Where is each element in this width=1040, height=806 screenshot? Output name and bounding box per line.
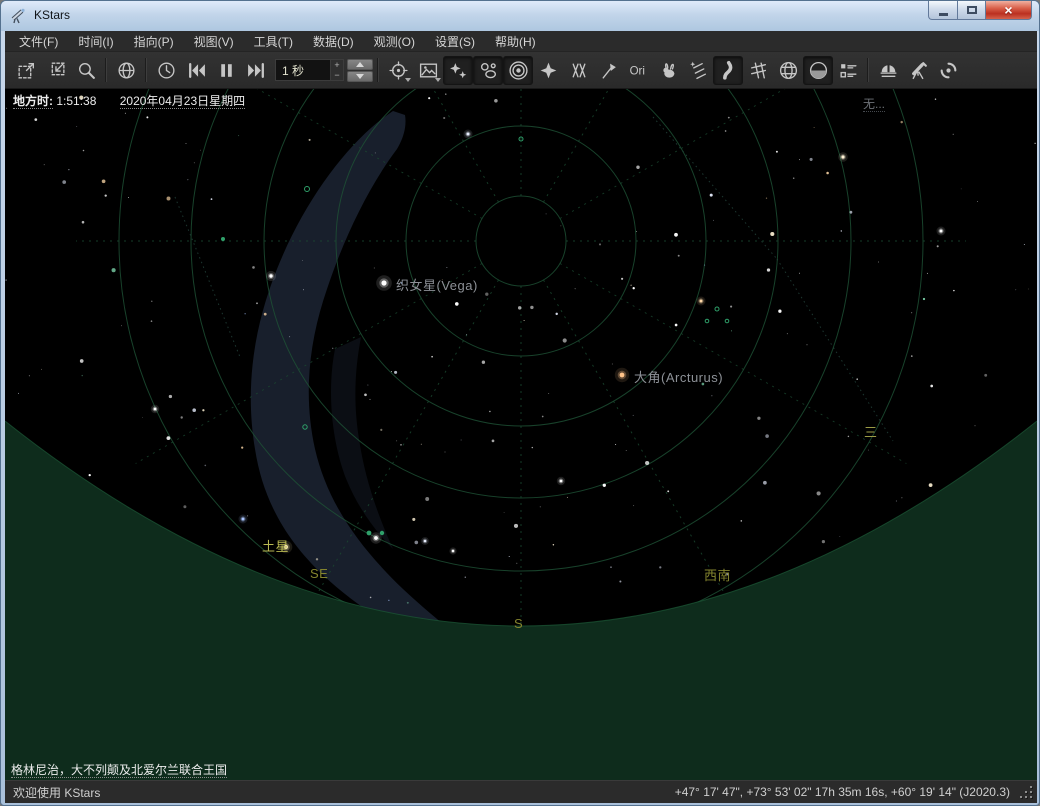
up-arrow-icon [356,62,364,67]
time-step-down-button[interactable] [347,71,373,82]
minimize-button[interactable] [928,1,958,20]
down-arrow-icon [356,74,364,79]
sky-image-button[interactable] [413,56,443,85]
show-constellation-lines-button[interactable] [533,56,563,85]
sky-canvas [5,89,1037,780]
sky-label-arcturus[interactable]: 大角(Arcturus) [634,367,723,386]
show-solar-system-button[interactable] [503,56,533,85]
show-observing-list-button[interactable] [833,56,863,85]
show-horizon-button[interactable] [803,56,833,85]
date-value: 2020年04月23日星期四 [120,94,245,109]
maximize-button[interactable] [958,1,986,20]
focus-object-text: 无... [863,97,885,112]
coordinates-readout: +47° 17' 47", +73° 53' 02" 17h 35m 16s, … [675,785,1010,799]
menu-settings[interactable]: 设置(S) [425,30,485,53]
kstars-window: KStars × 文件(F)时间(I)指向(P)视图(V)工具(T)数据(D)观… [0,0,1040,806]
menu-bar: 文件(F)时间(I)指向(P)视图(V)工具(T)数据(D)观测(O)设置(S)… [5,31,1037,52]
indi-telescope-button[interactable] [903,56,933,85]
menu-data[interactable]: 数据(D) [303,30,364,53]
resize-grip[interactable] [1020,786,1033,799]
ekos-button[interactable] [933,56,963,85]
zoom-in-button[interactable] [11,56,41,85]
menu-help[interactable]: 帮助(H) [485,30,546,53]
toolbar-separator [105,58,107,82]
local-time-value: 1:51:38 [56,94,96,108]
time-step-up-button[interactable] [347,59,373,70]
menu-view[interactable]: 视图(V) [184,30,244,53]
dropdown-arrow-icon [405,78,411,82]
toolbar-separator [145,58,147,82]
time-step-input[interactable]: 1 秒 [275,59,331,81]
time-infobox[interactable]: 地方时: 1:51:38 2020年04月23日星期四 [13,92,245,109]
sky-label-vega[interactable]: 织女星(Vega) [396,275,478,294]
sky-label-compass-s: S [514,616,523,631]
show-constellation-names-button[interactable]: Ori [623,56,653,85]
show-constellation-art-button[interactable] [653,56,683,85]
geo-location-text: 格林尼治，大不列颠及北爱尔兰联合王国 [11,763,227,778]
time-pause-button[interactable] [211,56,241,85]
window-title: KStars [34,8,70,22]
main-toolbar: 1 秒 +− Ori [5,52,1037,89]
observatory-dome-button[interactable] [873,56,903,85]
location-infobox[interactable]: 格林尼治，大不列颠及北爱尔兰联合王国 [11,761,227,778]
app-icon [10,7,28,25]
app-body: 文件(F)时间(I)指向(P)视图(V)工具(T)数据(D)观测(O)设置(S)… [5,31,1037,803]
show-horizontal-grid-button[interactable] [773,56,803,85]
menu-pointing[interactable]: 指向(P) [124,30,184,53]
time-step-minus-button[interactable]: − [331,70,343,80]
show-asterisms-button[interactable] [683,56,713,85]
time-step-control: 1 秒 +− [275,59,373,82]
maximize-icon [967,6,977,14]
zoom-out-button[interactable] [41,56,71,85]
show-stars-button[interactable] [443,56,473,85]
title-bar[interactable]: KStars × [1,1,1039,31]
show-constellation-boundaries-button[interactable] [563,56,593,85]
time-step-plus-button[interactable]: + [331,60,343,70]
menu-file[interactable]: 文件(F) [9,30,68,53]
minimize-icon [939,13,948,16]
menu-tools[interactable]: 工具(T) [244,30,303,53]
set-geo-location-button[interactable] [111,56,141,85]
sky-label-constellation-char: 三 [864,422,878,441]
dropdown-arrow-icon [435,78,441,82]
sky-label-saturn[interactable]: 土星 [262,536,289,555]
show-supernovae-button[interactable] [593,56,623,85]
close-button[interactable]: × [986,1,1032,20]
time-step-value: 1 秒 [282,62,304,79]
find-object-button[interactable] [71,56,101,85]
menu-time[interactable]: 时间(I) [68,30,123,53]
time-step-forward-button[interactable] [241,56,271,85]
svg-text:Ori: Ori [629,65,644,77]
local-time-label: 地方时: [13,94,53,109]
focus-infobox[interactable]: 无... [863,95,885,112]
sky-label-compass-se: SE [310,566,328,581]
status-message: 欢迎使用 KStars [13,784,100,801]
time-step-backward-button[interactable] [181,56,211,85]
show-equatorial-grid-button[interactable] [743,56,773,85]
show-deep-sky-objects-button[interactable] [473,56,503,85]
toolbar-separator [377,58,379,82]
toolbar-separator [867,58,869,82]
status-bar: 欢迎使用 KStars +47° 17' 47", +73° 53' 02" 1… [5,780,1037,803]
focus-target-button[interactable] [383,56,413,85]
set-time-button[interactable] [151,56,181,85]
close-icon: × [1004,3,1012,17]
show-milky-way-button[interactable] [713,56,743,85]
sky-map[interactable]: 地方时: 1:51:38 2020年04月23日星期四 无... 格林尼治，大不… [5,89,1037,780]
sky-label-compass-sw: 西南 [704,565,731,584]
menu-observation[interactable]: 观测(O) [364,30,425,53]
